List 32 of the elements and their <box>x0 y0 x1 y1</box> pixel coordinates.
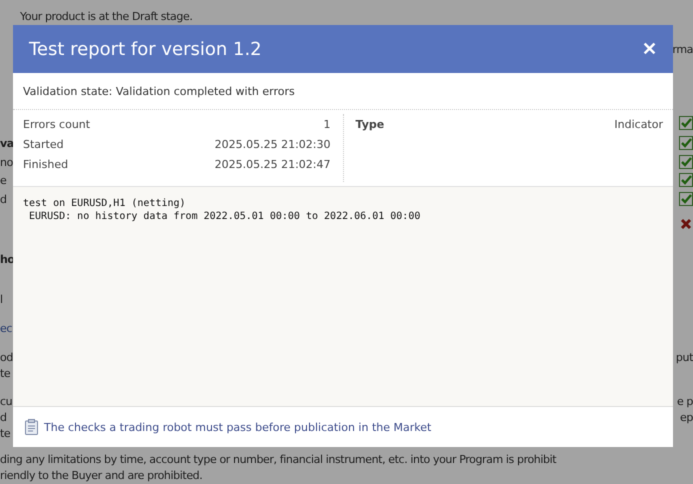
type-value: Indicator <box>614 118 663 130</box>
clipboard-icon <box>25 419 38 435</box>
page-text: riendly to the Buyer and are prohibited. <box>0 468 202 482</box>
stat-label: Finished <box>23 158 68 170</box>
page-text: e p <box>676 394 693 408</box>
page-text: d <box>0 410 7 424</box>
page-text: te <box>0 366 10 380</box>
stat-label: Started <box>23 138 64 150</box>
stat-value: 2025.05.25 21:02:30 <box>214 138 330 150</box>
page-text: cu <box>0 394 12 408</box>
dialog-title: Test report for version 1.2 <box>29 38 262 60</box>
link[interactable]: ec <box>0 322 12 334</box>
validation-state: Validation state: Validation completed with errors <box>23 84 295 98</box>
page-text: Your product is at the Draft stage. <box>20 10 192 22</box>
page-text: e <box>0 174 6 186</box>
page-text: no <box>0 156 13 168</box>
type-label: Type <box>356 118 384 130</box>
page-text: rma <box>672 42 693 56</box>
page-text: od <box>0 350 13 364</box>
close-button[interactable]: ✕ <box>642 38 657 60</box>
page-text: te <box>0 426 10 440</box>
page-text: ding any limitations by time, account type or number, financial instrument, etc. into your Program is prohibit <box>0 452 556 466</box>
page-text: l <box>0 292 3 306</box>
page-text: d <box>0 192 7 206</box>
page-text: ep <box>680 410 693 424</box>
stat-value: 2025.05.25 21:02:47 <box>214 158 330 170</box>
page-text: put <box>676 350 693 364</box>
publication-checks-link[interactable]: The checks a trading robot must pass before publication in the Market <box>44 420 432 434</box>
log-output: test on EURUSD,H1 (netting) EURUSD: no history data from 2022.05.01 00:00 to 2022.06.01 00:00 <box>13 187 673 407</box>
stat-label: Errors count <box>23 118 90 130</box>
page-text: va <box>0 136 14 150</box>
stat-value: 1 <box>324 118 330 130</box>
